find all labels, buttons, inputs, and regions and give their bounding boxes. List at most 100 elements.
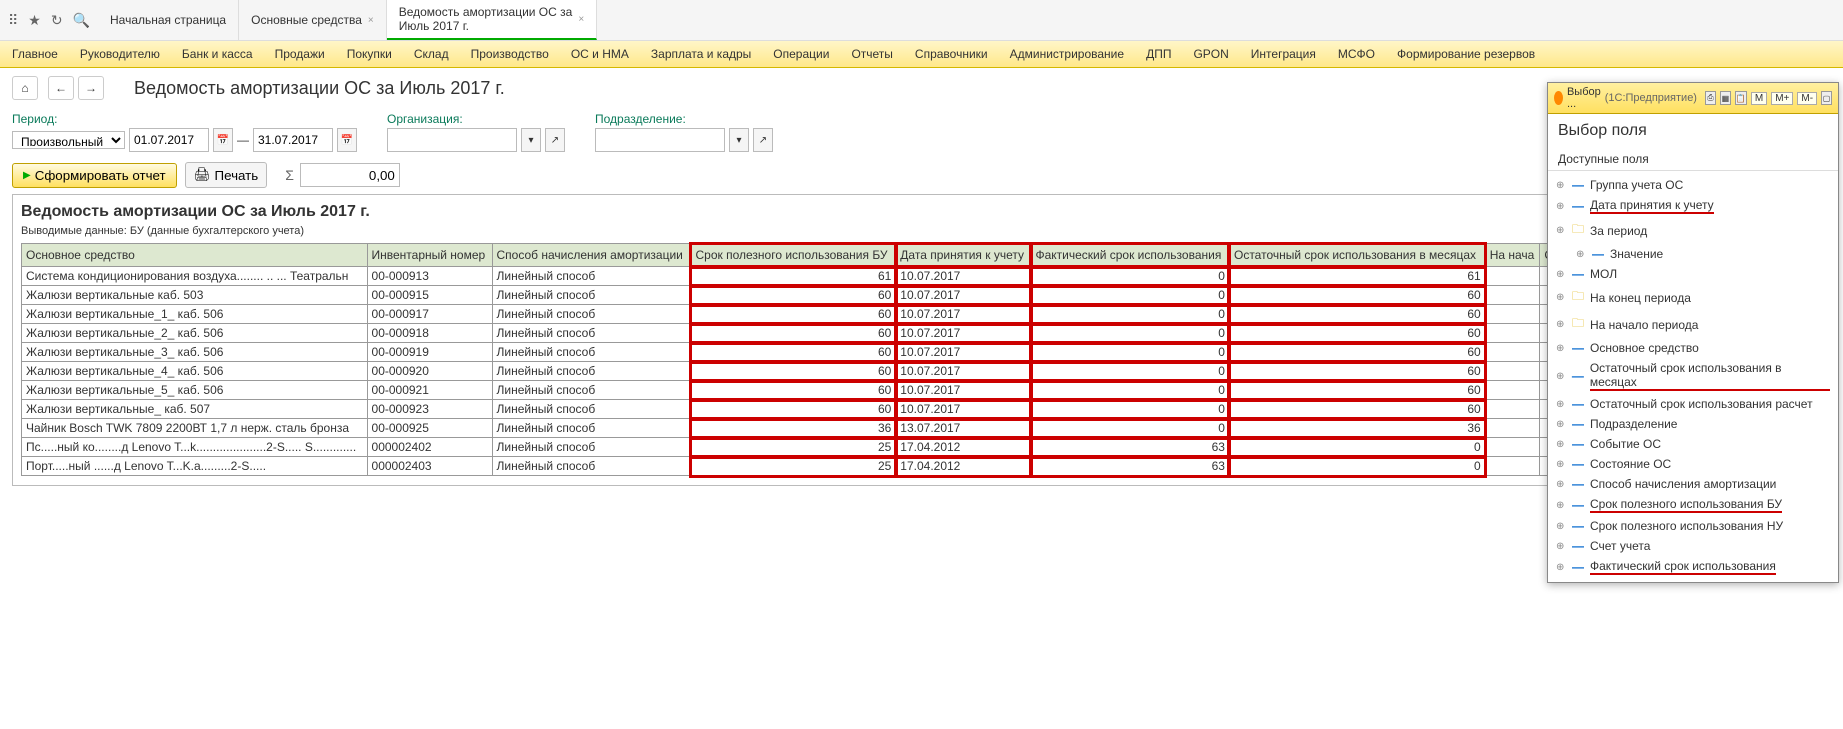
sum-input[interactable] xyxy=(300,163,400,187)
tree-item[interactable]: ⊕—Дата принятия к учету xyxy=(1554,195,1832,217)
open-icon[interactable]: ↗ xyxy=(545,128,565,152)
tree-item[interactable]: ⊕—Основное средство xyxy=(1554,338,1832,358)
menu-item[interactable]: Интеграция xyxy=(1251,47,1316,61)
expand-icon[interactable]: ⊕ xyxy=(1576,249,1586,260)
tree-item[interactable]: ⊕—Срок полезного использования НУ xyxy=(1554,516,1832,536)
menu-item[interactable]: Продажи xyxy=(275,47,325,61)
menu-item[interactable]: Покупки xyxy=(347,47,392,61)
table-row[interactable]: Чайник Bosch TWK 7809 2200ВТ 1,7 л нерж.… xyxy=(22,419,1592,438)
table-row[interactable]: Жалюзи вертикальные_4_ каб. 50600-000920… xyxy=(22,362,1592,381)
calendar-icon[interactable]: 📅 xyxy=(213,128,233,152)
tree-item[interactable]: ⊕—Событие ОС xyxy=(1554,434,1832,454)
close-icon[interactable]: × xyxy=(368,15,374,26)
expand-icon[interactable]: ⊕ xyxy=(1556,439,1566,450)
open-icon[interactable]: ↗ xyxy=(753,128,773,152)
menu-item[interactable]: Главное xyxy=(12,47,58,61)
expand-icon[interactable]: ⊕ xyxy=(1556,500,1566,511)
tree-item[interactable]: ⊕🗀На конец периода xyxy=(1554,284,1832,311)
table-row[interactable]: Жалюзи вертикальные_3_ каб. 50600-000919… xyxy=(22,343,1592,362)
search-icon[interactable]: 🔍 xyxy=(73,12,90,29)
home-button[interactable]: ⌂ xyxy=(12,76,38,100)
date-to-input[interactable] xyxy=(253,128,333,152)
win-icon[interactable]: ▦ xyxy=(1720,91,1731,105)
expand-icon[interactable]: ⊕ xyxy=(1556,269,1566,280)
menu-item[interactable]: Склад xyxy=(414,47,449,61)
table-row[interactable]: Жалюзи вертикальные_1_ каб. 50600-000917… xyxy=(22,305,1592,324)
tree-item[interactable]: ⊕—Остаточный срок использования расчет xyxy=(1554,394,1832,414)
expand-icon[interactable]: ⊕ xyxy=(1556,225,1566,236)
win-icon[interactable]: 📋 xyxy=(1735,91,1747,105)
expand-icon[interactable]: ⊕ xyxy=(1556,459,1566,470)
menu-item[interactable]: Руководителю xyxy=(80,47,160,61)
m-button[interactable]: M xyxy=(1751,92,1767,105)
win-icon[interactable]: ⎙ xyxy=(1705,91,1716,105)
menu-item[interactable]: Операции xyxy=(773,47,829,61)
tree-item[interactable]: ⊕—Группа учета ОС xyxy=(1554,175,1832,195)
table-row[interactable]: Жалюзи вертикальные_2_ каб. 50600-000918… xyxy=(22,324,1592,343)
menu-item[interactable]: ДПП xyxy=(1146,47,1171,61)
menu-item[interactable]: Зарплата и кадры xyxy=(651,47,751,61)
tab-assets[interactable]: Основные средства× xyxy=(239,0,387,40)
expand-icon[interactable]: ⊕ xyxy=(1556,371,1566,382)
dropdown-icon[interactable]: ▾ xyxy=(521,128,541,152)
field-icon: — xyxy=(1571,267,1585,281)
menu-item[interactable]: Формирование резервов xyxy=(1397,47,1535,61)
menu-item[interactable]: МСФО xyxy=(1338,47,1375,61)
tree-item[interactable]: ⊕—Состояние ОС xyxy=(1554,454,1832,474)
table-row[interactable]: Жалюзи вертикальные_5_ каб. 50600-000921… xyxy=(22,381,1592,400)
expand-icon[interactable]: ⊕ xyxy=(1556,180,1566,191)
table-row[interactable]: Жалюзи вертикальные_ каб. 50700-000923Ли… xyxy=(22,400,1592,419)
dept-input[interactable] xyxy=(595,128,725,152)
tab-report[interactable]: Ведомость амортизации ОС заИюль 2017 г. … xyxy=(387,0,597,40)
tree-item[interactable]: ⊕—Значение xyxy=(1554,244,1832,264)
expand-icon[interactable]: ⊕ xyxy=(1556,292,1566,303)
expand-icon[interactable]: ⊕ xyxy=(1556,521,1566,532)
org-input[interactable] xyxy=(387,128,517,152)
expand-icon[interactable]: ⊕ xyxy=(1556,541,1566,552)
tree-item[interactable]: ⊕—Подразделение xyxy=(1554,414,1832,434)
menu-item[interactable]: GPON xyxy=(1193,47,1228,61)
table-row[interactable]: Пс.....ный ко........д Lenovo T...k.....… xyxy=(22,438,1592,457)
tree-item[interactable]: ⊕🗀За период xyxy=(1554,217,1832,244)
back-button[interactable]: ← xyxy=(48,76,74,100)
expand-icon[interactable]: ⊕ xyxy=(1556,343,1566,354)
tree-item[interactable]: ⊕—Остаточный срок использования в месяца… xyxy=(1554,358,1832,394)
menu-item[interactable]: Администрирование xyxy=(1010,47,1124,61)
tab-home[interactable]: Начальная страница xyxy=(98,0,239,40)
menu-item[interactable]: Отчеты xyxy=(851,47,892,61)
forward-button[interactable]: → xyxy=(78,76,104,100)
date-from-input[interactable] xyxy=(129,128,209,152)
close-button[interactable]: ▢ xyxy=(1821,91,1832,105)
expand-icon[interactable]: ⊕ xyxy=(1556,419,1566,430)
dropdown-icon[interactable]: ▾ xyxy=(729,128,749,152)
expand-icon[interactable]: ⊕ xyxy=(1556,562,1566,573)
expand-icon[interactable]: ⊕ xyxy=(1556,399,1566,410)
history-icon[interactable]: ↻ xyxy=(51,12,63,29)
menu-item[interactable]: ОС и НМА xyxy=(571,47,629,61)
table-row[interactable]: Порт.....ный ......д Lenovo T...K.a.....… xyxy=(22,457,1592,476)
calendar-icon[interactable]: 📅 xyxy=(337,128,357,152)
menu-item[interactable]: Банк и касса xyxy=(182,47,253,61)
tree-item[interactable]: ⊕—Фактический срок использования xyxy=(1554,556,1832,578)
tree-item[interactable]: ⊕—Счет учета xyxy=(1554,536,1832,556)
run-report-button[interactable]: Сформировать отчет xyxy=(12,163,177,188)
apps-icon[interactable]: ⠿ xyxy=(8,12,18,29)
menu-item[interactable]: Справочники xyxy=(915,47,988,61)
m-minus-button[interactable]: M- xyxy=(1797,92,1817,105)
tree-item[interactable]: ⊕—Способ начисления амортизации xyxy=(1554,474,1832,494)
table-row[interactable]: Жалюзи вертикальные каб. 50300-000915Лин… xyxy=(22,286,1592,305)
expand-icon[interactable]: ⊕ xyxy=(1556,479,1566,490)
menu-item[interactable]: Производство xyxy=(471,47,549,61)
expand-icon[interactable]: ⊕ xyxy=(1556,319,1566,330)
table-row[interactable]: Система кондиционирования воздуха.......… xyxy=(22,267,1592,286)
period-mode-select[interactable]: Произвольный xyxy=(12,131,125,149)
star-icon[interactable]: ★ xyxy=(28,12,41,29)
tree-item[interactable]: ⊕—Срок полезного использования БУ xyxy=(1554,494,1832,516)
tree-item[interactable]: ⊕🗀На начало периода xyxy=(1554,311,1832,338)
m-plus-button[interactable]: M+ xyxy=(1771,92,1793,105)
field-icon: — xyxy=(1571,178,1585,192)
expand-icon[interactable]: ⊕ xyxy=(1556,201,1566,212)
tree-item[interactable]: ⊕—МОЛ xyxy=(1554,264,1832,284)
close-icon[interactable]: × xyxy=(578,14,584,25)
print-button[interactable]: 🖨 Печать xyxy=(185,162,268,188)
